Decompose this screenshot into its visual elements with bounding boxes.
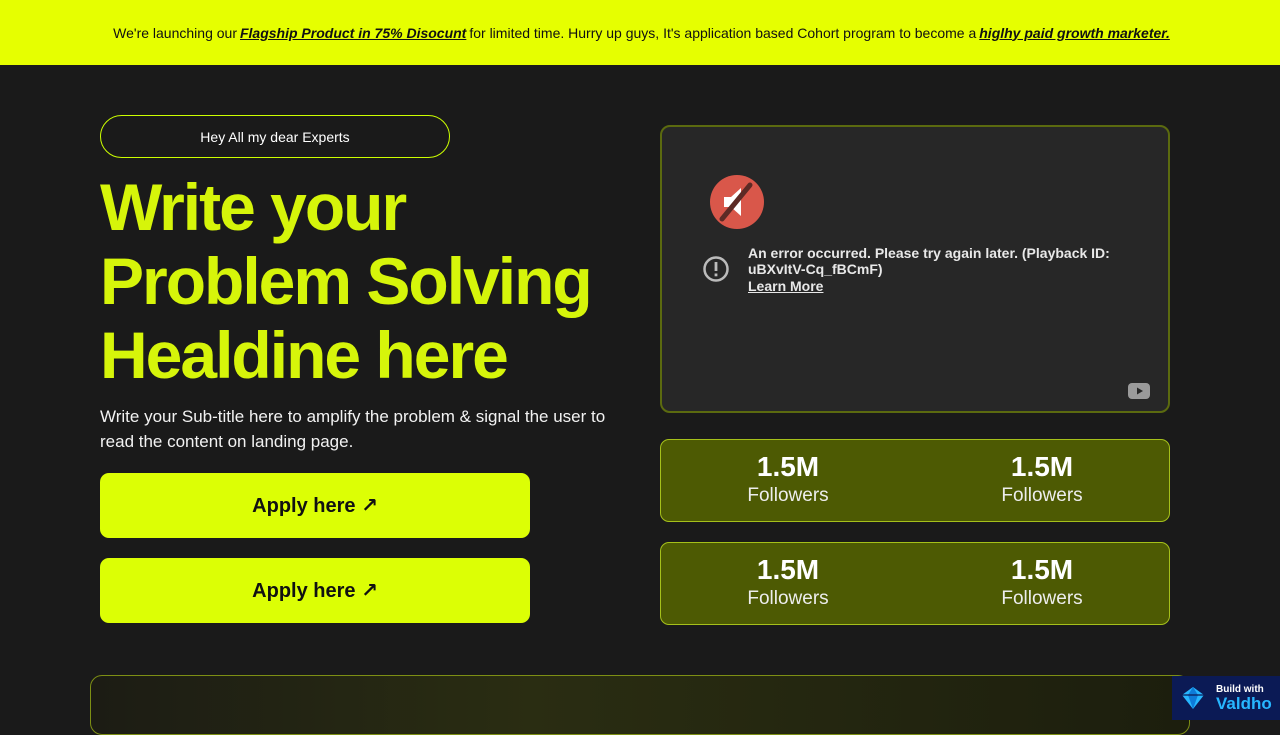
stat-item: 1.5M Followers [661,543,915,624]
error-icon [702,255,730,283]
stat-label: Followers [747,588,829,609]
bottom-section-card [90,675,1190,735]
banner-text-middle: for limited time. Hurry up guys, It's ap… [469,24,977,41]
announcement-banner: We're launching our Flagship Product in … [0,0,1280,65]
build-with-badge[interactable]: Build with Valdho [1172,676,1280,720]
hero-headline: Write your Problem Solving Healdine here [100,170,593,392]
banner-link-flagship[interactable]: Flagship Product in 75% Disocunt [240,25,466,41]
hero-pill: Hey All my dear Experts [100,115,450,158]
stat-item: 1.5M Followers [661,440,915,521]
stats-card: 1.5M Followers 1.5M Followers [660,439,1170,522]
valdho-logo-icon [1180,685,1206,711]
stat-label: Followers [1001,588,1083,609]
video-error-message: An error occurred. Please try again late… [748,245,1110,277]
stat-label: Followers [747,485,829,506]
banner-link-growth[interactable]: higlhy paid growth marketer. [979,25,1170,41]
stat-value: 1.5M [756,554,820,585]
stat-item: 1.5M Followers [915,440,1169,521]
apply-button[interactable]: Apply here ↗ [100,473,530,538]
hero-subtitle: Write your Sub-title here to amplify the… [100,407,606,451]
stat-value: 1.5M [1010,451,1074,482]
stats-card: 1.5M Followers 1.5M Followers [660,542,1170,625]
badge-brand-text: Valdho [1216,693,1272,713]
stat-label: Followers [1001,485,1083,506]
stat-item: 1.5M Followers [915,543,1169,624]
video-player[interactable]: An error occurred. Please try again late… [660,125,1170,413]
learn-more-link[interactable]: Learn More [748,278,823,294]
badge-small-text: Build with [1216,683,1264,695]
stat-value: 1.5M [756,451,820,482]
stat-value: 1.5M [1010,554,1074,585]
muted-speaker-icon[interactable] [710,175,764,229]
banner-text-start: We're launching our [113,24,237,41]
youtube-icon[interactable] [1128,383,1150,399]
apply-button-secondary[interactable]: Apply here ↗ [100,558,530,623]
